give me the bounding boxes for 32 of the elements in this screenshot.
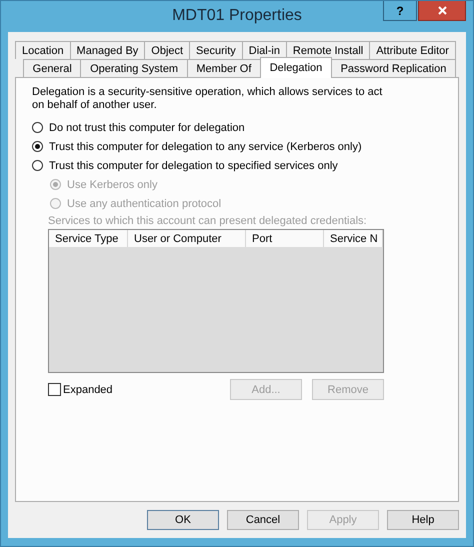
window-title: MDT01 Properties <box>172 7 302 25</box>
services-list[interactable]: Service Type User or Computer Port Service N <box>48 229 384 373</box>
column-header[interactable]: Port <box>246 230 324 247</box>
tab[interactable]: Security <box>189 41 243 59</box>
close-button[interactable] <box>418 1 466 21</box>
option-label: Use any authentication protocol <box>67 198 222 210</box>
close-icon <box>438 6 446 15</box>
tab[interactable]: Object <box>144 41 190 59</box>
radio-button[interactable] <box>32 141 43 152</box>
description-text: Delegation is a security-sensitive operation, which allows services to act on behalf of another user. <box>32 86 384 112</box>
expanded-checkbox[interactable]: Expanded <box>48 383 113 396</box>
tab[interactable]: Attribute Editor <box>369 41 456 59</box>
option-label: Do not trust this computer for delegation <box>49 122 245 134</box>
radio-button[interactable] <box>32 122 43 133</box>
services-label: Services to which this account can present delegated credentials: <box>48 215 368 227</box>
tab[interactable]: General <box>23 59 82 77</box>
help-button[interactable]: ? <box>383 1 417 21</box>
option-label: Trust this computer for delegation to specified services only <box>49 160 338 172</box>
column-header[interactable]: Service N <box>324 230 383 247</box>
dialog-button[interactable]: Cancel <box>227 510 299 530</box>
dialog-button[interactable]: Help <box>387 510 459 530</box>
tab[interactable]: Delegation <box>260 57 332 78</box>
dialog-button[interactable]: OK <box>147 510 219 530</box>
tab[interactable]: Password Replication <box>330 59 456 77</box>
tab[interactable]: Managed By <box>70 41 146 59</box>
column-header[interactable]: Service Type <box>49 230 128 247</box>
column-header[interactable]: User or Computer <box>128 230 246 247</box>
option-label: Trust this computer for delegation to any service (Kerberos only) <box>49 140 362 152</box>
tab[interactable]: Operating System <box>80 59 188 77</box>
option-label: Use Kerberos only <box>67 178 158 190</box>
tab[interactable]: Location <box>15 41 71 59</box>
radio-button[interactable] <box>32 160 43 171</box>
